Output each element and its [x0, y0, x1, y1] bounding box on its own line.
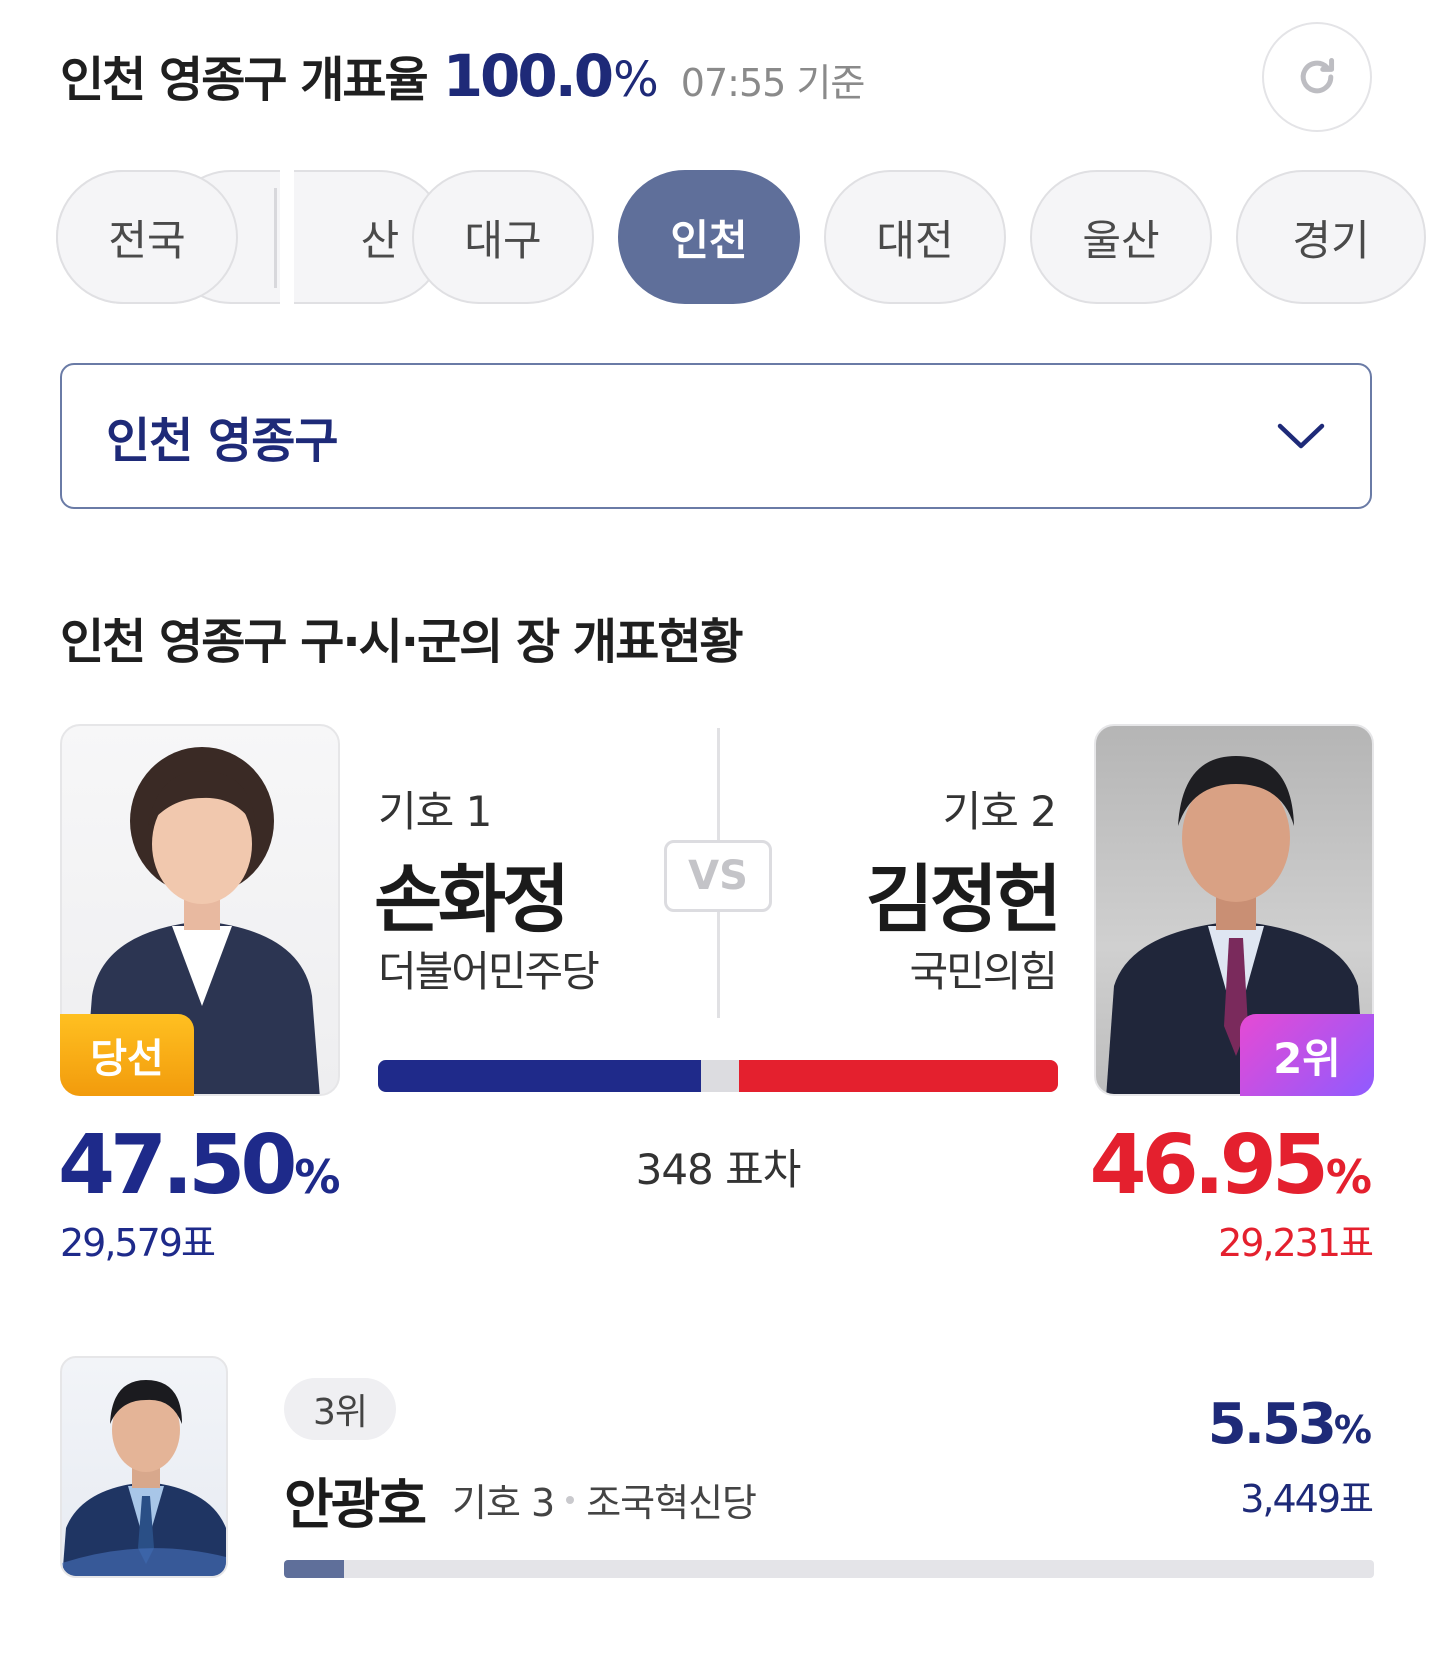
- candidate-1-percent: 47.50%: [58, 1118, 340, 1213]
- candidate-1-name: 손화정: [374, 857, 570, 943]
- candidate-3-share-fill: [284, 1560, 345, 1578]
- region-tabs: 전국 산 전국 대구 인천 대전 울산 경기: [56, 170, 1440, 304]
- district-select[interactable]: 인천 영종구: [60, 363, 1372, 509]
- separator-dot: [566, 1495, 575, 1504]
- candidate-3-votes: 3,449표: [1240, 1477, 1374, 1521]
- header: 인천 영종구 개표율 100.0% 07:55 기준: [60, 40, 866, 120]
- count-rate: 100.0: [442, 42, 614, 110]
- person-illustration: [62, 1380, 226, 1576]
- vs-label: VS: [664, 840, 772, 912]
- vote-share-bar: [378, 1060, 1058, 1092]
- rank-badge: 3위: [284, 1378, 396, 1440]
- rank-badge: 2위: [1240, 1014, 1374, 1096]
- rank-badge-label: 2위: [1273, 1033, 1341, 1083]
- tab-daegu[interactable]: 대구: [412, 170, 594, 304]
- tab-daejeon[interactable]: 대전: [824, 170, 1006, 304]
- candidate-2-percent-value: 46.95: [1089, 1118, 1329, 1213]
- tab-nationwide-cover[interactable]: 전국: [56, 170, 238, 304]
- candidate-3-name: 안광호: [284, 1473, 427, 1536]
- tab-label: 경기: [1292, 215, 1370, 265]
- candidate-1-number: 기호 1: [378, 787, 492, 836]
- tab-divider: [274, 188, 277, 288]
- winner-badge: 당선: [60, 1014, 194, 1096]
- tab-ulsan[interactable]: 울산: [1030, 170, 1212, 304]
- candidate-3-party: 조국혁신당: [586, 1481, 757, 1525]
- percent-unit: %: [1325, 1150, 1372, 1204]
- candidate-2-number: 기호 2: [942, 787, 1057, 836]
- candidate-3-percent-value: 5.53: [1207, 1392, 1337, 1457]
- vote-share-bar-others: [701, 1060, 739, 1092]
- update-time: 07:55 기준: [680, 61, 866, 105]
- tab-gyeonggi[interactable]: 경기: [1236, 170, 1426, 304]
- candidate-3-percent: 5.53%: [1208, 1392, 1372, 1457]
- candidate-2-votes: 29,231표: [1218, 1221, 1374, 1265]
- chevron-down-icon: [1277, 423, 1325, 449]
- candidate-photo-3: [60, 1356, 228, 1578]
- vote-share-bar-candidate-2: [738, 1060, 1058, 1092]
- count-rate-unit: %: [613, 52, 659, 108]
- rank-badge-label: 3위: [312, 1392, 368, 1433]
- vote-share-bar-candidate-1: [378, 1060, 701, 1092]
- candidate-3-number: 기호 3: [452, 1481, 555, 1525]
- candidate-1-party: 더불어민주당: [378, 947, 600, 996]
- tab-label: 인천: [670, 215, 748, 265]
- candidate-3-meta: 기호 3 조국혁신당: [452, 1472, 757, 1527]
- tab-scroll-fade: [280, 170, 294, 304]
- candidate-3-share-bar: [284, 1560, 1374, 1578]
- candidate-2-party: 국민의힘: [909, 947, 1058, 996]
- tab-label: 대전: [876, 215, 954, 265]
- tab-label: 전국: [108, 215, 186, 265]
- percent-unit: %: [1333, 1408, 1372, 1452]
- tab-label: 산: [360, 215, 400, 265]
- section-title: 인천 영종구 구·시·군의 장 개표현황: [60, 614, 744, 670]
- page-title: 인천 영종구 개표율: [60, 52, 429, 108]
- district-select-value: 인천 영종구: [106, 413, 339, 469]
- refresh-button[interactable]: [1262, 22, 1372, 132]
- percent-unit: %: [294, 1150, 341, 1204]
- candidate-2-percent: 46.95%: [1090, 1118, 1372, 1213]
- tab-incheon[interactable]: 인천: [618, 170, 800, 304]
- candidate-1-percent-value: 47.50: [58, 1118, 297, 1213]
- tab-label: 울산: [1082, 215, 1160, 265]
- vote-margin: 348 표차: [635, 1145, 802, 1194]
- winner-badge-label: 당선: [90, 1036, 164, 1082]
- refresh-icon: [1300, 58, 1335, 94]
- candidate-1-votes: 29,579표: [60, 1221, 216, 1265]
- candidate-2-name: 김정헌: [865, 857, 1062, 943]
- tab-label: 대구: [464, 215, 542, 265]
